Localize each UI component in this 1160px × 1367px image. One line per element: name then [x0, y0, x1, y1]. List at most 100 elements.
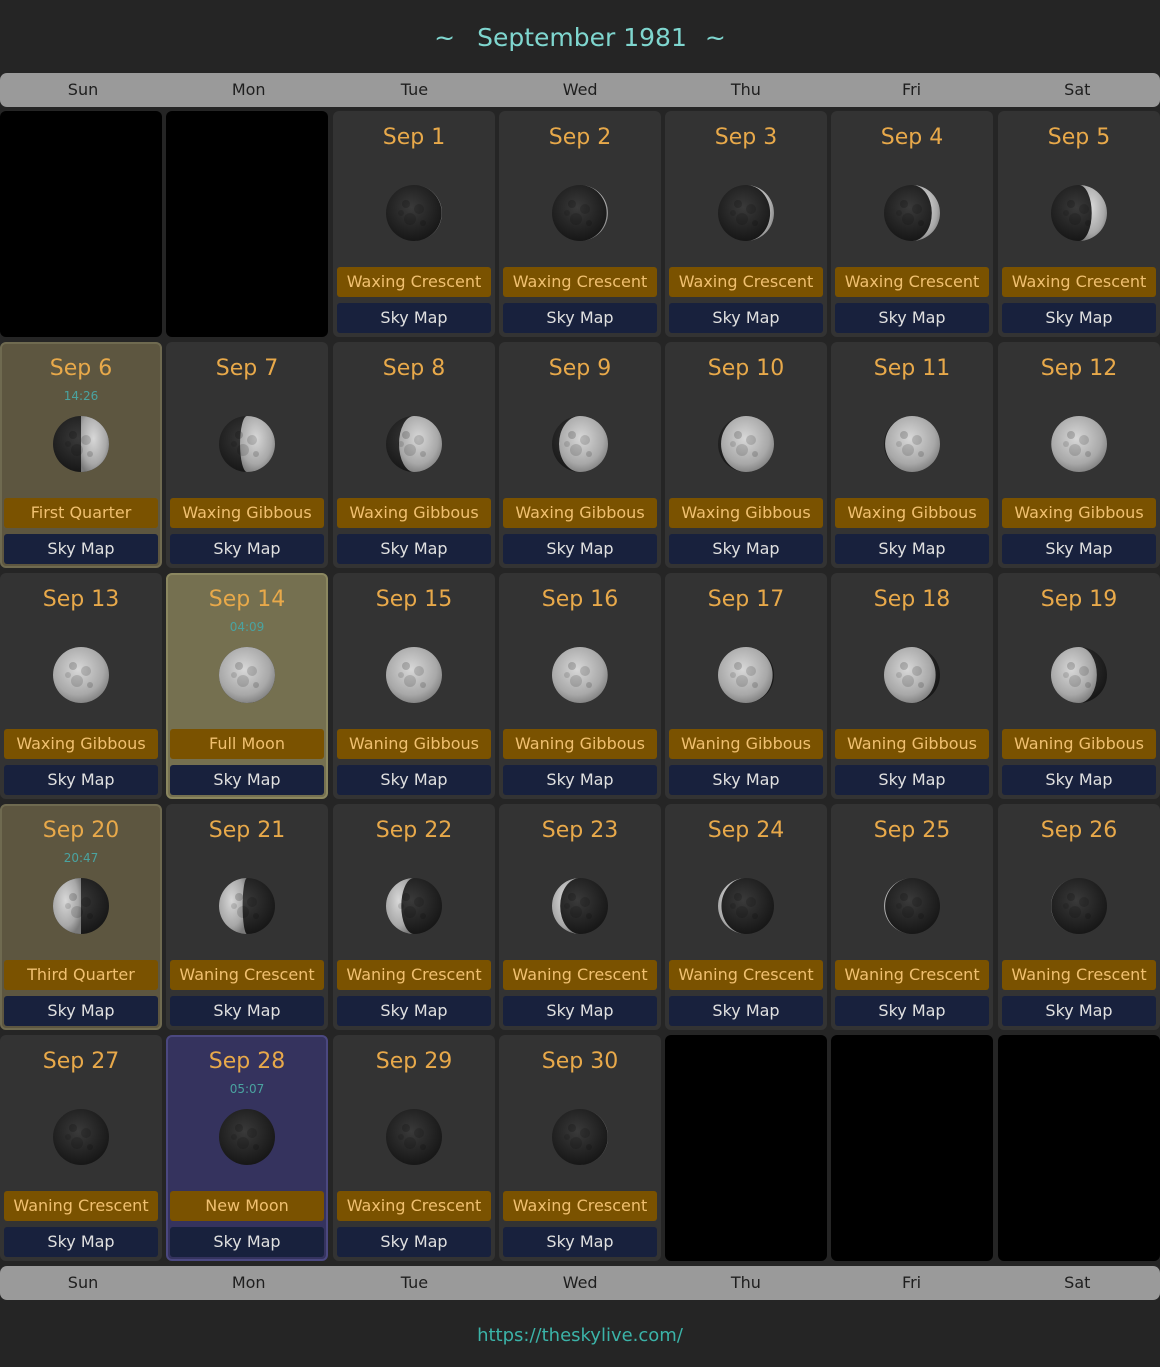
day-cell: Sep 12 Waxing Gibbous Sky Map — [998, 342, 1160, 568]
phase-label: Waning Crescent — [669, 960, 823, 990]
phase-label: Waxing Gibbous — [337, 498, 491, 528]
sky-map-button[interactable]: Sky Map — [4, 1227, 158, 1257]
empty-day-cell — [998, 1035, 1160, 1261]
sky-map-button[interactable]: Sky Map — [337, 765, 491, 795]
empty-day-cell — [166, 111, 328, 337]
weekday-label-tue: Tue — [400, 80, 429, 99]
moon-phase-icon — [884, 416, 940, 472]
page-title: ~ September 1981 ~ — [0, 18, 1160, 58]
day-cell: Sep 22 Waning Crescent Sky Map — [333, 804, 495, 1030]
weekday-label-mon: Mon — [231, 1273, 266, 1292]
phase-label: Waning Gibbous — [503, 729, 657, 759]
sky-map-button[interactable]: Sky Map — [170, 534, 324, 564]
phase-label: Waning Gibbous — [835, 729, 989, 759]
weekday-label-tue: Tue — [400, 1273, 429, 1292]
sky-map-button[interactable]: Sky Map — [1002, 303, 1156, 333]
day-date: Sep 7 — [215, 356, 279, 381]
phase-label: Waning Crescent — [337, 960, 491, 990]
phase-label: Waxing Gibbous — [4, 729, 158, 759]
phase-time: 05:07 — [229, 1082, 265, 1096]
day-cell: Sep 15 Waning Gibbous Sky Map — [333, 573, 495, 799]
moon-phase-icon — [219, 1109, 275, 1165]
day-date: Sep 3 — [714, 125, 778, 150]
day-cell: Sep 20 20:47 Third Quarter Sky Map — [0, 804, 162, 1030]
footer-link[interactable]: https://theskylive.com/ — [0, 1322, 1160, 1350]
sky-map-button[interactable]: Sky Map — [337, 534, 491, 564]
day-cell: Sep 14 04:09 Full Moon Sky Map — [166, 573, 328, 799]
day-date: Sep 12 — [1040, 356, 1118, 381]
phase-label: Waxing Gibbous — [170, 498, 324, 528]
day-date: Sep 10 — [707, 356, 785, 381]
sky-map-button[interactable]: Sky Map — [337, 1227, 491, 1257]
sky-map-button[interactable]: Sky Map — [835, 765, 989, 795]
empty-day-cell — [831, 1035, 993, 1261]
moon-phase-icon — [718, 878, 774, 934]
sky-map-button[interactable]: Sky Map — [170, 765, 324, 795]
phase-label: New Moon — [170, 1191, 324, 1221]
day-date: Sep 6 — [49, 356, 113, 381]
sky-map-button[interactable]: Sky Map — [669, 534, 823, 564]
phase-label: Waxing Gibbous — [503, 498, 657, 528]
title-tilde-left: ~ — [434, 23, 456, 52]
day-date: Sep 17 — [707, 587, 785, 612]
day-date: Sep 15 — [375, 587, 453, 612]
moon-phase-icon — [219, 416, 275, 472]
day-date: Sep 1 — [382, 125, 446, 150]
day-cell: Sep 16 Waning Gibbous Sky Map — [499, 573, 661, 799]
phase-label: Waning Crescent — [170, 960, 324, 990]
day-cell: Sep 26 Waning Crescent Sky Map — [998, 804, 1160, 1030]
moon-phase-icon — [884, 878, 940, 934]
phase-label: Waning Gibbous — [1002, 729, 1156, 759]
day-cell: Sep 2 Waxing Crescent Sky Map — [499, 111, 661, 337]
sky-map-button[interactable]: Sky Map — [170, 996, 324, 1026]
phase-label: Waxing Crescent — [503, 267, 657, 297]
moon-phase-icon — [718, 185, 774, 241]
sky-map-button[interactable]: Sky Map — [4, 996, 158, 1026]
day-date: Sep 8 — [382, 356, 446, 381]
sky-map-button[interactable]: Sky Map — [835, 996, 989, 1026]
moon-phase-icon — [1051, 185, 1107, 241]
day-cell: Sep 5 Waxing Crescent Sky Map — [998, 111, 1160, 337]
day-date: Sep 26 — [1040, 818, 1118, 843]
weekday-label-sat: Sat — [1064, 80, 1091, 99]
sky-map-button[interactable]: Sky Map — [170, 1227, 324, 1257]
day-cell: Sep 25 Waning Crescent Sky Map — [831, 804, 993, 1030]
weekday-label-thu: Thu — [730, 1273, 761, 1292]
phase-label: Third Quarter — [4, 960, 158, 990]
phase-label: Waning Crescent — [503, 960, 657, 990]
sky-map-button[interactable]: Sky Map — [503, 765, 657, 795]
sky-map-button[interactable]: Sky Map — [669, 765, 823, 795]
sky-map-button[interactable]: Sky Map — [503, 534, 657, 564]
day-cell: Sep 7 Waxing Gibbous Sky Map — [166, 342, 328, 568]
day-cell: Sep 9 Waxing Gibbous Sky Map — [499, 342, 661, 568]
sky-map-button[interactable]: Sky Map — [835, 303, 989, 333]
phase-label: Waxing Gibbous — [669, 498, 823, 528]
sky-map-button[interactable]: Sky Map — [337, 303, 491, 333]
sky-map-button[interactable]: Sky Map — [835, 534, 989, 564]
sky-map-button[interactable]: Sky Map — [337, 996, 491, 1026]
day-cell: Sep 21 Waning Crescent Sky Map — [166, 804, 328, 1030]
day-cell: Sep 28 05:07 New Moon Sky Map — [166, 1035, 328, 1261]
sky-map-button[interactable]: Sky Map — [669, 996, 823, 1026]
sky-map-button[interactable]: Sky Map — [1002, 534, 1156, 564]
day-date: Sep 23 — [541, 818, 619, 843]
sky-map-button[interactable]: Sky Map — [1002, 996, 1156, 1026]
day-date: Sep 18 — [873, 587, 951, 612]
moon-phase-icon — [552, 185, 608, 241]
day-cell: Sep 18 Waning Gibbous Sky Map — [831, 573, 993, 799]
phase-time: 20:47 — [63, 851, 99, 865]
day-date: Sep 9 — [548, 356, 612, 381]
moon-phase-icon — [1051, 416, 1107, 472]
sky-map-button[interactable]: Sky Map — [503, 303, 657, 333]
moon-phase-icon — [53, 416, 109, 472]
weekday-label-wed: Wed — [562, 1273, 598, 1292]
sky-map-button[interactable]: Sky Map — [1002, 765, 1156, 795]
sky-map-button[interactable]: Sky Map — [503, 1227, 657, 1257]
sky-map-button[interactable]: Sky Map — [4, 765, 158, 795]
sky-map-button[interactable]: Sky Map — [503, 996, 657, 1026]
sky-map-button[interactable]: Sky Map — [669, 303, 823, 333]
phase-label: Waning Gibbous — [669, 729, 823, 759]
day-date: Sep 13 — [42, 587, 120, 612]
day-cell: Sep 23 Waning Crescent Sky Map — [499, 804, 661, 1030]
sky-map-button[interactable]: Sky Map — [4, 534, 158, 564]
